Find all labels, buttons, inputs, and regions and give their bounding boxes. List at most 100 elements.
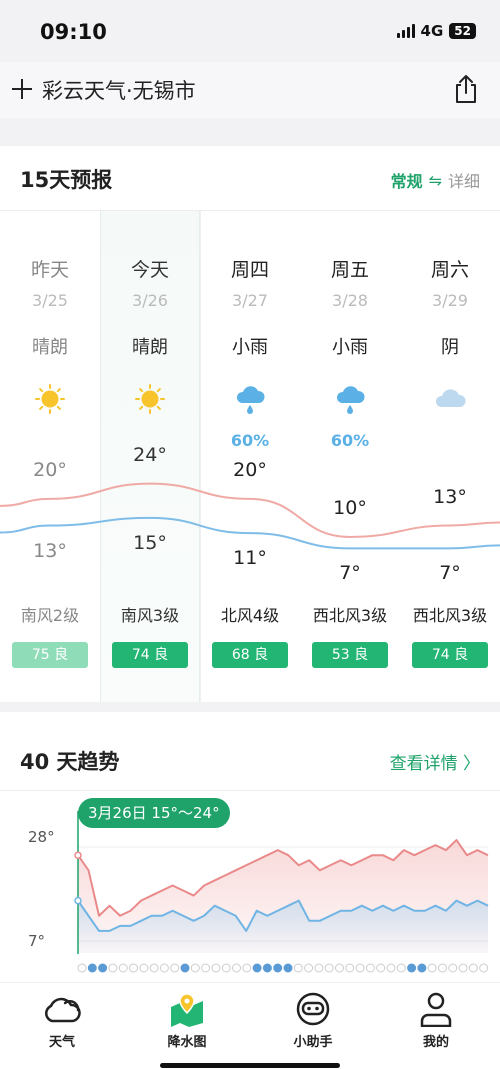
battery-icon: 52	[449, 23, 476, 39]
toggle-normal[interactable]: 常规	[391, 168, 423, 192]
low-temp-point	[74, 896, 82, 905]
rain-day-dot	[283, 963, 293, 973]
dry-day-dot	[77, 963, 87, 973]
dry-day-dot	[170, 963, 180, 973]
tab-me-label: 我的	[422, 1035, 449, 1050]
low-temp: 7°	[439, 562, 461, 585]
tab-weather[interactable]: 天气	[12, 987, 112, 1057]
rain-day-dot	[273, 963, 283, 973]
dry-day-dot	[438, 963, 447, 973]
high-temp: 13°	[433, 485, 467, 508]
dry-day-dot	[304, 963, 314, 973]
trend-40-chart[interactable]	[0, 791, 500, 982]
status-bar: 09:10 4G 52	[0, 0, 500, 62]
low-temp: 7°	[339, 562, 361, 585]
sun-icon	[35, 384, 65, 414]
dry-day-dot	[314, 963, 324, 973]
tab-assistant[interactable]: 小助手	[263, 987, 363, 1057]
tab-precipitation-label: 降水图	[167, 1035, 207, 1050]
selected-day-pill: 3月26日 15°～24°	[78, 798, 230, 828]
view-toggle[interactable]: 常规 ⇋ 详细	[391, 168, 480, 192]
day-condition: 晴朗	[32, 337, 68, 358]
aqi-badge: 75 良	[12, 642, 88, 668]
day-condition: 小雨	[332, 337, 368, 358]
dry-day-dot	[221, 963, 231, 973]
wind-level: 南风2级	[20, 606, 80, 625]
day-name: 今天	[130, 259, 169, 281]
dry-day-dot	[458, 963, 468, 973]
status-indicators: 4G 52	[396, 22, 476, 40]
low-temp: 13°	[33, 539, 67, 562]
day-date: 3/27	[232, 291, 268, 310]
high-temp: 20°	[33, 458, 67, 481]
cloud-icon	[435, 389, 466, 407]
city-title[interactable]: 彩云天气·无锡市	[42, 75, 196, 105]
dry-day-dot	[345, 963, 355, 973]
rain-day-dot	[180, 963, 190, 973]
dry-day-dot	[479, 963, 489, 973]
map-pin-icon	[171, 993, 203, 1027]
forecast-15-title: 15天预报	[20, 168, 113, 192]
network-type: 4G	[420, 22, 444, 40]
day-date: 3/26	[132, 291, 168, 310]
aqi-badge: 74 良	[112, 642, 188, 668]
day-column[interactable]: 周五 3/28 小雨 60% 10° 7° 西北风3级 53 良	[300, 211, 400, 702]
day-name: 周五	[330, 259, 369, 281]
rain-day-dot	[252, 963, 262, 973]
assistant-icon	[296, 992, 330, 1026]
wind-level: 西北风3级	[412, 606, 488, 625]
add-city-icon[interactable]	[10, 77, 34, 101]
dry-day-dot	[396, 963, 406, 973]
aqi-badge: 74 良	[412, 642, 488, 668]
rain-day-dot	[417, 963, 427, 973]
day-condition: 晴朗	[132, 337, 168, 358]
low-temp: 11°	[233, 547, 267, 570]
day-column[interactable]: 今天 3/26 晴朗 24° 15° 南风3级 74 良	[100, 211, 200, 702]
dry-day-dot	[293, 963, 303, 973]
precipitation-chance: 60%	[330, 431, 370, 450]
dry-day-dot	[376, 963, 386, 973]
day-name: 周六	[430, 259, 469, 281]
y-axis-min-label: 7°	[28, 932, 46, 950]
high-temp: 20°	[233, 458, 267, 481]
day-condition: 小雨	[232, 337, 268, 358]
dry-day-dot	[386, 963, 396, 973]
dry-day-dot	[118, 963, 128, 973]
dry-day-dot	[427, 963, 437, 973]
tab-assistant-label: 小助手	[293, 1035, 333, 1050]
day-column[interactable]: 周四 3/27 小雨 60% 20° 11° 北风4级 68 良	[200, 211, 300, 702]
dry-day-dot	[108, 963, 118, 973]
dry-day-dot	[448, 963, 458, 973]
day-name: 周四	[230, 259, 269, 281]
day-column[interactable]: 昨天 3/25 晴朗 20° 13° 南风2级 75 良	[0, 211, 100, 702]
rain-day-dot	[98, 963, 108, 973]
signal-icon	[396, 24, 415, 38]
day-date: 3/29	[432, 291, 468, 310]
dry-day-dot	[159, 963, 169, 973]
wind-level: 南风3级	[120, 606, 180, 625]
person-icon	[420, 992, 452, 1027]
swap-icon[interactable]: ⇋	[429, 171, 442, 190]
tab-precipitation-map[interactable]: 降水图	[137, 987, 237, 1057]
forecast-15-card: 15天预报 常规 ⇋ 详细 昨天 3/25 晴朗 20° 13° 南风2级 75 良 今天 3/…	[0, 146, 500, 702]
dry-day-dot	[211, 963, 221, 973]
home-indicator	[160, 1063, 340, 1068]
toggle-detail[interactable]: 详细	[448, 168, 480, 192]
trend-40-card: 40 天趋势 查看详情 〉 3月26日 15°～24° 28° 7°	[0, 712, 500, 982]
status-time: 09:10	[40, 20, 107, 44]
top-nav: 彩云天气·无锡市	[0, 62, 500, 118]
trend-40-title: 40 天趋势	[20, 750, 120, 774]
dry-day-dot	[190, 963, 200, 973]
tab-me[interactable]: 我的	[386, 987, 486, 1057]
rain-day-dot	[262, 963, 272, 973]
view-details-link[interactable]: 查看详情 〉	[390, 749, 480, 774]
day-date: 3/28	[332, 291, 368, 310]
day-column[interactable]: 周六 3/29 阴 13° 7° 西北风3级 74 良	[400, 211, 500, 702]
wind-level: 西北风3级	[312, 606, 388, 625]
rain-day-dot	[407, 963, 417, 973]
day-condition: 阴	[441, 337, 459, 358]
day-date: 3/25	[32, 291, 68, 310]
aqi-badge: 53 良	[312, 642, 388, 668]
dry-day-dot	[324, 963, 334, 973]
share-icon[interactable]	[452, 74, 480, 104]
